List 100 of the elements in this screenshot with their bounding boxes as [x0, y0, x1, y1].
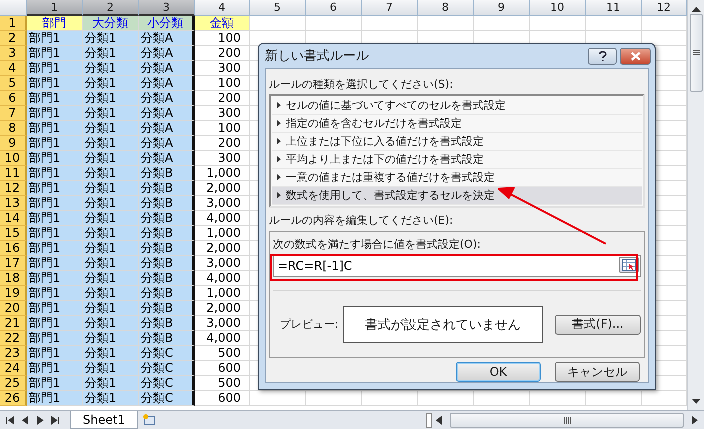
column-title-cell: 部門 — [27, 16, 83, 31]
row-header[interactable]: 7 — [0, 106, 27, 121]
row-header[interactable]: 22 — [0, 331, 27, 346]
row-header[interactable]: 14 — [0, 211, 27, 226]
row-header[interactable]: 26 — [0, 391, 27, 406]
rule-type-item[interactable]: 指定の値を含むセルだけを書式設定 — [272, 115, 642, 133]
table-cell: 部門1 — [27, 391, 83, 406]
column-header[interactable]: 11 — [586, 0, 642, 16]
table-cell: 3,000 — [195, 196, 250, 211]
bullet-arrow-icon — [277, 120, 281, 127]
table-cell: 500 — [195, 346, 250, 361]
formula-input[interactable]: =RC=R[-1]C — [273, 255, 641, 277]
column-header[interactable]: 2 — [83, 0, 139, 16]
scroll-down-icon[interactable] — [692, 399, 700, 405]
row-header[interactable]: 6 — [0, 91, 27, 106]
table-cell: 分類A — [139, 61, 195, 76]
range-select-button[interactable] — [619, 257, 639, 273]
row-header[interactable]: 8 — [0, 121, 27, 136]
table-cell: 1,000 — [195, 286, 250, 301]
sheet-tab[interactable]: Sheet1 — [70, 411, 138, 429]
first-sheet-icon[interactable] — [6, 416, 15, 424]
column-header[interactable]: 1 — [27, 0, 83, 16]
rule-type-item[interactable]: 平均より上または下の値だけを書式設定 — [272, 151, 642, 169]
row-header[interactable]: 4 — [0, 61, 27, 76]
row-header[interactable]: 1 — [0, 16, 27, 31]
row-header[interactable]: 10 — [0, 151, 27, 166]
bullet-arrow-icon — [277, 102, 281, 109]
help-button[interactable] — [588, 48, 617, 64]
column-header[interactable]: 3 — [139, 0, 195, 16]
last-sheet-icon[interactable] — [51, 416, 60, 424]
row-header[interactable]: 11 — [0, 166, 27, 181]
row-header[interactable]: 2 — [0, 31, 27, 46]
vertical-scrollbar[interactable] — [687, 0, 704, 410]
column-header[interactable]: 10 — [530, 0, 586, 16]
format-button[interactable]: 書式(F)... — [555, 314, 641, 334]
column-header[interactable]: 5 — [250, 0, 306, 16]
table-cell: 2,000 — [195, 301, 250, 316]
table-cell: 分類C — [139, 376, 195, 391]
row-header[interactable]: 19 — [0, 286, 27, 301]
table-cell: 4,000 — [195, 331, 250, 346]
row-header[interactable]: 9 — [0, 136, 27, 151]
table-cell: 部門1 — [27, 376, 83, 391]
column-header[interactable]: 7 — [362, 0, 418, 16]
row-header[interactable]: 20 — [0, 301, 27, 316]
table-cell: 分類A — [139, 106, 195, 121]
table-cell: 分類1 — [83, 211, 139, 226]
scrollbar-thumb[interactable] — [450, 412, 684, 428]
table-cell: 分類B — [139, 256, 195, 271]
column-header[interactable]: 9 — [474, 0, 530, 16]
table-cell: 部門1 — [27, 106, 83, 121]
bullet-arrow-icon — [277, 192, 281, 199]
row-header[interactable]: 15 — [0, 226, 27, 241]
rule-type-item[interactable]: 上位または下位に入る値だけを書式設定 — [272, 133, 642, 151]
insert-sheet-icon[interactable] — [142, 414, 156, 426]
row-header[interactable]: 17 — [0, 256, 27, 271]
rule-type-item[interactable]: セルの値に基づいてすべてのセルを書式設定 — [272, 97, 642, 115]
preview-label: プレビュー: — [279, 317, 340, 332]
table-cell: 2,000 — [195, 241, 250, 256]
table-cell: 200 — [195, 136, 250, 151]
column-header[interactable]: 4 — [195, 0, 250, 16]
row-header[interactable]: 23 — [0, 346, 27, 361]
table-cell: 600 — [195, 391, 250, 406]
row-header[interactable]: 5 — [0, 76, 27, 91]
row-header[interactable]: 12 — [0, 181, 27, 196]
table-cell: 部門1 — [27, 151, 83, 166]
row-header[interactable]: 21 — [0, 316, 27, 331]
row-header[interactable]: 24 — [0, 361, 27, 376]
table-cell: 部門1 — [27, 331, 83, 346]
row-header[interactable]: 3 — [0, 46, 27, 61]
table-cell: 分類1 — [83, 121, 139, 136]
next-sheet-icon[interactable] — [36, 416, 45, 424]
table-cell: 1,000 — [195, 226, 250, 241]
table-cell: 分類C — [139, 346, 195, 361]
question-mark-icon — [598, 50, 606, 62]
table-cell: 200 — [195, 91, 250, 106]
scroll-up-icon[interactable] — [692, 6, 700, 12]
column-header[interactable]: 6 — [306, 0, 362, 16]
previous-sheet-icon[interactable] — [21, 416, 30, 424]
table-cell: 部門1 — [27, 301, 83, 316]
rule-type-item[interactable]: 数式を使用して、書式設定するセルを決定 — [272, 187, 642, 205]
section-label: ルールの種類を選択してください(S): — [269, 76, 454, 92]
row-header[interactable]: 25 — [0, 376, 27, 391]
row-header[interactable]: 13 — [0, 196, 27, 211]
table-cell: 600 — [195, 361, 250, 376]
cancel-button[interactable]: キャンセル — [555, 362, 640, 382]
scroll-right-icon[interactable] — [692, 416, 698, 424]
table-cell: 分類1 — [83, 361, 139, 376]
table-cell: 200 — [195, 46, 250, 61]
close-button[interactable] — [620, 48, 651, 64]
split-handle[interactable] — [426, 412, 432, 428]
row-header[interactable]: 18 — [0, 271, 27, 286]
scroll-left-icon[interactable] — [436, 416, 442, 424]
bullet-arrow-icon — [277, 156, 281, 163]
row-header[interactable]: 16 — [0, 241, 27, 256]
table-cell: 分類1 — [83, 31, 139, 46]
column-header[interactable]: 8 — [418, 0, 474, 16]
ok-button[interactable]: OK — [456, 362, 541, 382]
scrollbar-thumb[interactable] — [690, 14, 702, 92]
column-header[interactable]: 12 — [642, 0, 687, 16]
table-cell: 分類B — [139, 286, 195, 301]
